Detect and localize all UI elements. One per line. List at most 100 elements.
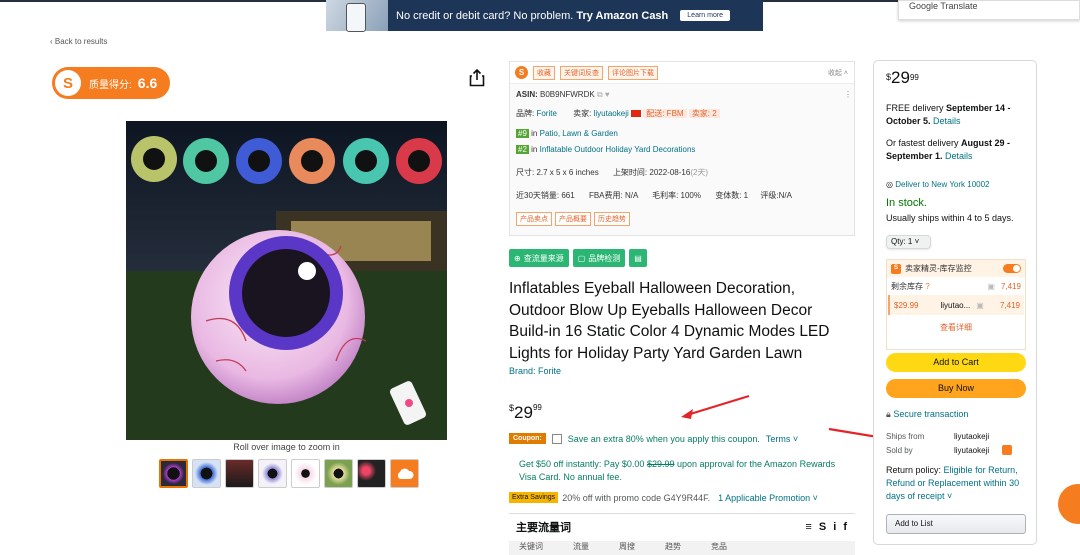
product-price: $2999 [509, 403, 542, 422]
deliver-to-link[interactable]: ◎ Deliver to New York 10002 [886, 178, 1030, 191]
quality-score-badge[interactable]: S 质量得分: 6.6 [52, 67, 170, 99]
coupon-row: Coupon: Save an extra 80% when you apply… [509, 433, 798, 444]
plus-circle-icon: ⊕ [514, 253, 521, 263]
delivery-details-link[interactable]: Details [933, 116, 961, 126]
main-product-image[interactable] [126, 121, 447, 440]
panel-header: S 收藏 关键词反查 评论图片下载 收起 ˄ [510, 62, 854, 84]
fastest-details-link[interactable]: Details [945, 151, 973, 161]
panel-bottom-tabs: 产品卖点 产品概要 历史趋势 [516, 212, 630, 226]
ships-within: Usually ships within 4 to 5 days. [886, 213, 1014, 223]
tab-favorite[interactable]: 收藏 [533, 65, 555, 80]
rewards-card-promo[interactable]: Get $50 off instantly: Pay $0.00 $29.99 … [519, 458, 837, 484]
tab-keyword-reverse[interactable]: 关键词反查 [560, 65, 603, 80]
learn-more-button[interactable]: Learn more [680, 10, 731, 21]
traffic-keywords-header: 主要流量词 ≡ S i f [509, 513, 855, 539]
zoom-hint: Roll over image to zoom in [233, 442, 340, 452]
stock-status: In stock. [886, 197, 927, 209]
asin-value[interactable]: B0B9NFWRDK [540, 90, 595, 99]
remaining-stock-row: 剩余库存 ? ▣ 7,419 [891, 280, 1021, 293]
inventory-monitor: S 卖家精灵-库存监控 剩余库存 ? ▣ 7,419 $29.99 liyuta… [886, 259, 1026, 350]
help-icon[interactable]: ? [925, 280, 929, 293]
more-icon[interactable]: ⋮ [844, 90, 852, 99]
camera-icon: ▣ [987, 281, 995, 291]
tab-selling-points[interactable]: 产品卖点 [516, 212, 552, 226]
coupon-text[interactable]: Save an extra 80% when you apply this co… [568, 434, 760, 444]
brand-link[interactable]: Forite [536, 109, 556, 118]
seller-stock-row: $29.99 liyutao... ▣ 7,419 [888, 295, 1024, 315]
fulfillment-tag: 配送: FBM [643, 109, 687, 118]
cloud-icon [397, 468, 414, 479]
product-title: Inflatables Eyeball Halloween Decoration… [509, 280, 830, 362]
buy-now-button[interactable]: Buy Now [886, 379, 1026, 398]
tab-review-images[interactable]: 评论图片下载 [608, 65, 658, 80]
sif-logo[interactable]: ≡ S i f [805, 521, 849, 533]
size-row: 尺寸: 2.7 x 5 x 6 inches 上架时间: 2022-08-16(… [516, 168, 709, 177]
calculator-button[interactable]: ▤ [629, 249, 647, 267]
thumbnail[interactable] [258, 459, 287, 488]
coupon-terms-link[interactable]: Terms ˅ [766, 434, 798, 444]
seller-link[interactable]: liyutaokeji [594, 109, 629, 118]
copy-icon[interactable]: ⧉ ♥ [597, 90, 610, 99]
thumbnail-video[interactable] [390, 459, 419, 488]
applicable-promotion-link[interactable]: 1 Applicable Promotion ˅ [718, 493, 818, 503]
coupon-badge: Coupon: [509, 433, 546, 444]
sellersprite-logo-icon: S [55, 70, 81, 96]
sellersprite-logo-icon: S [891, 263, 901, 274]
free-delivery-info: FREE delivery September 14 - October 5. … [886, 103, 1011, 126]
rank-row-2: #2 in Inflatable Outdoor Holiday Yard De… [516, 145, 696, 154]
collapse-toggle[interactable]: 收起 ˄ [828, 68, 848, 78]
asin-row: ASIN: B0B9NFWRDK ⧉ ♥ ⋮ [516, 90, 852, 99]
buy-box: $2999 FREE delivery September 14 - Octob… [873, 60, 1037, 545]
secure-transaction-link[interactable]: 🔒︎ Secure transaction [886, 408, 1030, 421]
metrics-row: 近30天销量: 661 FBA费用: N/A 毛利率: 100% 变体数: 1 … [516, 191, 792, 200]
sellersprite-logo-icon: S [515, 66, 528, 79]
thumbnail[interactable] [225, 459, 254, 488]
china-flag-icon [631, 110, 641, 118]
ad-banner[interactable]: No credit or debit card? No problem. Try… [326, 0, 763, 32]
extra-savings-badge: Extra Savings [509, 492, 559, 503]
location-pin-icon: ◎ [886, 180, 893, 189]
rank-category-link[interactable]: Inflatable Outdoor Holiday Yard Decorati… [540, 145, 696, 154]
thumbnail[interactable] [324, 459, 353, 488]
thumbnail[interactable] [357, 459, 386, 488]
thumbnail[interactable] [159, 459, 188, 488]
sold-by-link[interactable]: liyutaokeji [954, 444, 989, 457]
add-to-cart-button[interactable]: Add to Cart [886, 353, 1026, 372]
seller-count-tag: 卖家: 2 [688, 109, 720, 118]
tab-history-trend[interactable]: 历史趋势 [594, 212, 630, 226]
traffic-keywords-table-header: 关键词 流量 周搜 趋势 竞品 [509, 541, 855, 555]
plugin-action-buttons: ⊕ 查流量来源 ▢ 品牌检测 ▤ [509, 249, 647, 267]
lock-icon: 🔒︎ [886, 409, 891, 419]
add-to-list-button[interactable]: Add to List [886, 514, 1026, 534]
fastest-delivery-info: Or fastest delivery August 29 - Septembe… [886, 138, 1011, 161]
coupon-checkbox[interactable] [551, 433, 562, 444]
thumbnail[interactable] [192, 459, 221, 488]
sold-by-row: Sold by liyutaokeji [886, 444, 1030, 457]
brand-row: 品牌: Forite 卖家: liyutaokeji 配送: FBM 卖家: 2 [516, 108, 720, 119]
traffic-source-button[interactable]: ⊕ 查流量来源 [509, 249, 569, 267]
square-icon: ▢ [577, 253, 586, 263]
quality-label: 质量得分: [89, 79, 132, 91]
tab-product-summary[interactable]: 产品概要 [555, 212, 591, 226]
sellersprite-badge-icon[interactable] [1002, 445, 1012, 455]
thumbnail[interactable] [291, 459, 320, 488]
floating-assistant-button[interactable] [1058, 484, 1080, 524]
extra-savings-row: Extra Savings 20% off with promo code G4… [509, 492, 818, 503]
ad-text: No credit or debit card? No problem. Try… [396, 9, 669, 22]
rank-row-1: #9 in Patio, Lawn & Garden [516, 129, 618, 138]
calculator-icon: ▤ [634, 253, 642, 263]
back-to-results-link[interactable]: ‹ Back to results [50, 37, 107, 46]
share-icon[interactable] [469, 69, 485, 87]
brand-check-button[interactable]: ▢ 品牌检测 [572, 249, 626, 267]
view-details-link[interactable]: 查看详细 [887, 315, 1025, 334]
quantity-select[interactable]: Qty: 1 ˅ [886, 235, 931, 249]
quality-score: 6.6 [137, 75, 158, 91]
ships-from-row: Ships from liyutaokeji [886, 432, 990, 441]
google-translate-widget[interactable]: Google Translate [898, 0, 1080, 20]
sellersprite-panel: S 收藏 关键词反查 评论图片下载 收起 ˄ ASIN: B0B9NFWRDK … [509, 61, 855, 236]
brand-store-link[interactable]: Brand: Forite [509, 366, 561, 376]
return-policy: Return policy: Eligible for Return, Refu… [886, 465, 1020, 501]
inventory-toggle[interactable] [1003, 264, 1021, 273]
rank-category-link[interactable]: Patio, Lawn & Garden [540, 129, 618, 138]
inventory-header: S 卖家精灵-库存监控 [887, 260, 1025, 277]
